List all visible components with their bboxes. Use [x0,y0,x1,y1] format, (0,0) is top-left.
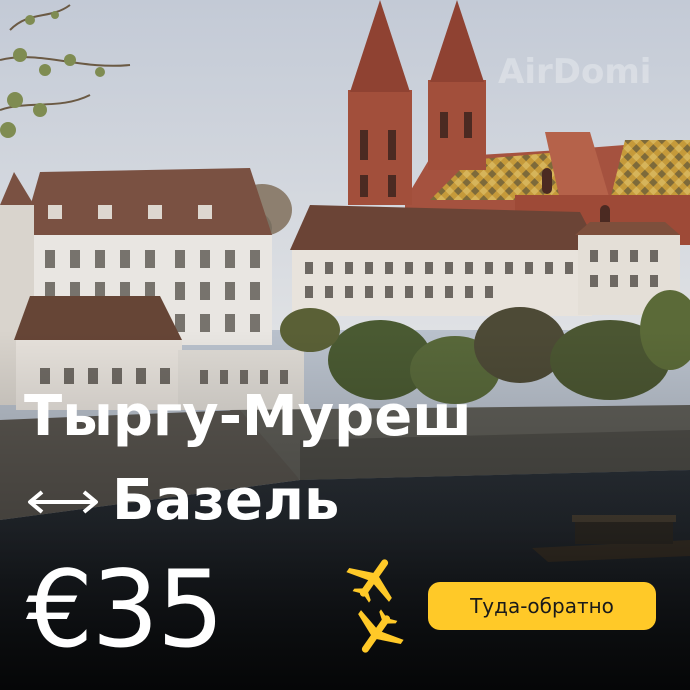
destination-city: Базель [112,468,340,533]
round-trip-label: Туда-обратно [470,594,614,618]
promo-banner: AirDomi Тыргу-Муреш Базель €35 Туда-обра… [0,0,690,690]
airplane-icon [346,559,404,653]
origin-city: Тыргу-Муреш [24,384,472,449]
price-label: €35 [26,548,224,671]
double-arrow-icon [28,490,98,514]
brand-watermark: AirDomi [498,52,652,92]
round-trip-badge: Туда-обратно [428,582,656,630]
